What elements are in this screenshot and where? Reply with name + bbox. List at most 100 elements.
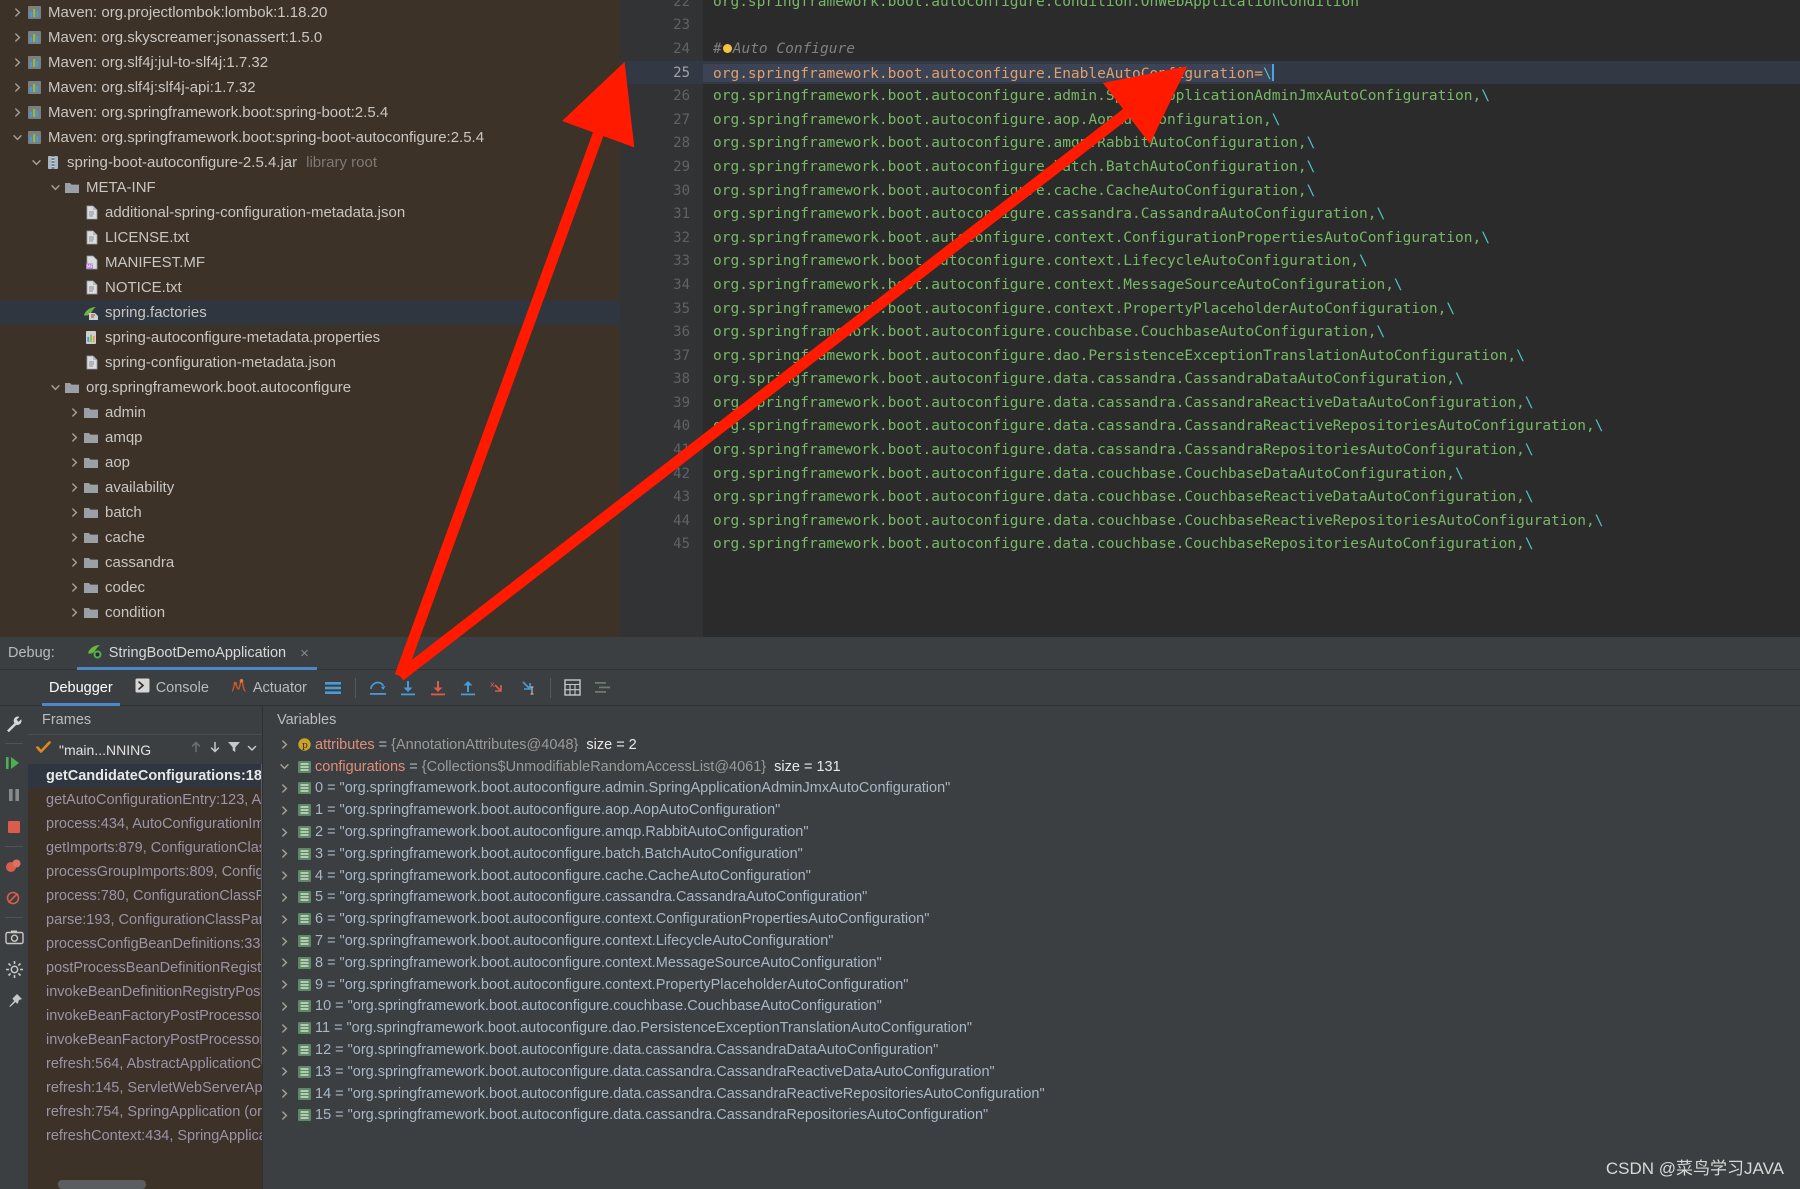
mute-breakpoints-icon[interactable]	[0, 882, 28, 914]
code-line[interactable]: 24 # Auto Configure	[620, 37, 1800, 61]
chevron-right-icon[interactable]	[67, 600, 81, 625]
chevron-down-icon[interactable]	[48, 375, 62, 400]
chevron-right-icon[interactable]	[67, 475, 81, 500]
chevron-down-icon[interactable]	[246, 741, 258, 759]
chevron-right-icon[interactable]	[67, 450, 81, 475]
chevron-right-icon[interactable]	[275, 1066, 293, 1077]
code-line[interactable]: 22 org.springframework.boot.autoconfigure…	[620, 0, 1800, 14]
frame-row[interactable]: parse:193, ConfigurationClassParse	[28, 908, 262, 932]
code-line[interactable]: 44 org.springframework.boot.autoconfigure…	[620, 509, 1800, 533]
variable-row[interactable]: 7 = "org.springframework.boot.autoconfigur…	[263, 930, 1800, 952]
variable-row[interactable]: 3 = "org.springframework.boot.autoconfigur…	[263, 843, 1800, 865]
chevron-right-icon[interactable]	[67, 425, 81, 450]
filter-icon[interactable]	[227, 740, 241, 759]
code-line[interactable]: 27 org.springframework.boot.autoconfigure…	[620, 108, 1800, 132]
resume-icon[interactable]	[0, 747, 28, 779]
step-over-icon[interactable]	[363, 673, 393, 703]
variable-row[interactable]: p attributes = {AnnotationAttributes@4048} s…	[263, 734, 1800, 756]
arrow-up-icon[interactable]	[189, 740, 203, 759]
tree-row[interactable]: cache	[0, 525, 620, 550]
force-step-into-icon[interactable]	[423, 673, 453, 703]
frame-row[interactable]: getCandidateConfigurations:180, A	[28, 764, 262, 788]
code-line[interactable]: 34 org.springframework.boot.autoconfigure…	[620, 273, 1800, 297]
chevron-down-icon[interactable]	[29, 150, 43, 175]
code-line[interactable]: 32 org.springframework.boot.autoconfigure…	[620, 226, 1800, 250]
frames-hscrollbar-thumb[interactable]	[58, 1180, 146, 1189]
variable-row[interactable]: 4 = "org.springframework.boot.autoconfigur…	[263, 865, 1800, 887]
code-line[interactable]: 28 org.springframework.boot.autoconfigure…	[620, 132, 1800, 156]
tree-row[interactable]: org.springframework.boot.autoconfigure	[0, 375, 620, 400]
chevron-right-icon[interactable]	[275, 1088, 293, 1099]
tab-debugger[interactable]: Debugger	[38, 670, 124, 706]
code-line[interactable]: 39 org.springframework.boot.autoconfigure…	[620, 391, 1800, 415]
pause-icon[interactable]	[0, 779, 28, 811]
thread-selector[interactable]: "main...NNING	[28, 734, 262, 764]
view-breakpoints-icon[interactable]	[0, 850, 28, 882]
chevron-right-icon[interactable]	[275, 805, 293, 816]
tree-row[interactable]: additional-spring-configuration-metadata…	[0, 200, 620, 225]
chevron-right-icon[interactable]	[67, 500, 81, 525]
tree-row[interactable]: spring-autoconfigure-metadata.properties	[0, 325, 620, 350]
camera-icon[interactable]	[0, 921, 28, 953]
pin-icon[interactable]	[0, 985, 28, 1017]
wrench-icon[interactable]	[0, 708, 28, 740]
frame-row[interactable]: refreshContext:434, SpringApplicat	[28, 1124, 262, 1148]
tree-row[interactable]: condition	[0, 600, 620, 625]
tree-row[interactable]: META-INF	[0, 175, 620, 200]
code-line[interactable]: 42 org.springframework.boot.autoconfigure…	[620, 462, 1800, 486]
variable-row[interactable]: 11 = "org.springframework.boot.autoconfigu…	[263, 1017, 1800, 1039]
settings-list-icon[interactable]	[588, 673, 618, 703]
chevron-right-icon[interactable]	[10, 0, 24, 25]
tree-row[interactable]: amqp	[0, 425, 620, 450]
tab-console[interactable]: Console	[124, 670, 220, 706]
tree-row[interactable]: LICENSE.txt	[0, 225, 620, 250]
code-line[interactable]: 31 org.springframework.boot.autoconfigure…	[620, 202, 1800, 226]
chevron-right-icon[interactable]	[275, 827, 293, 838]
chevron-right-icon[interactable]	[275, 957, 293, 968]
frame-row[interactable]: refresh:564, AbstractApplicationCo	[28, 1052, 262, 1076]
code-line[interactable]: 38 org.springframework.boot.autoconfigure…	[620, 368, 1800, 392]
frame-row[interactable]: refresh:145, ServletWebServerAppl	[28, 1076, 262, 1100]
chevron-right-icon[interactable]	[275, 892, 293, 903]
chevron-right-icon[interactable]	[275, 739, 293, 750]
frame-row[interactable]: invokeBeanDefinitionRegistryPostP	[28, 980, 262, 1004]
tree-row[interactable]: spring-boot-autoconfigure-2.5.4.jar libra…	[0, 150, 620, 175]
variable-row[interactable]: 15 = "org.springframework.boot.autoconfigu…	[263, 1105, 1800, 1127]
close-icon[interactable]: ×	[300, 645, 309, 662]
tree-row[interactable]: codec	[0, 575, 620, 600]
tree-row[interactable]: spring-configuration-metadata.json	[0, 350, 620, 375]
variable-row[interactable]: configurations = {Collections$Unmodifiable…	[263, 756, 1800, 778]
code-line[interactable]: 25 org.springframework.boot.autoconfigure…	[620, 60, 1800, 85]
chevron-right-icon[interactable]	[275, 979, 293, 990]
chevron-right-icon[interactable]	[275, 1045, 293, 1056]
chevron-right-icon[interactable]	[275, 1110, 293, 1121]
variable-row[interactable]: 5 = "org.springframework.boot.autoconfigur…	[263, 887, 1800, 909]
tree-row[interactable]: availability	[0, 475, 620, 500]
code-line[interactable]: 33 org.springframework.boot.autoconfigure…	[620, 250, 1800, 274]
frame-row[interactable]: getAutoConfigurationEntry:123, Au	[28, 788, 262, 812]
code-line[interactable]: 35 org.springframework.boot.autoconfigure…	[620, 297, 1800, 321]
code-line[interactable]: 29 org.springframework.boot.autoconfigure…	[620, 155, 1800, 179]
chevron-right-icon[interactable]	[275, 848, 293, 859]
chevron-right-icon[interactable]	[275, 914, 293, 925]
tree-row[interactable]: spring.factories	[0, 300, 620, 325]
variable-row[interactable]: 14 = "org.springframework.boot.autoconfigu…	[263, 1083, 1800, 1105]
code-editor-panel[interactable]: 22 org.springframework.boot.autoconfigure…	[620, 0, 1800, 637]
variable-row[interactable]: 1 = "org.springframework.boot.autoconfigur…	[263, 799, 1800, 821]
code-line[interactable]: 40 org.springframework.boot.autoconfigure…	[620, 415, 1800, 439]
tree-row[interactable]: admin	[0, 400, 620, 425]
run-configuration-tab[interactable]: StringBootDemoApplication ×	[76, 637, 317, 670]
tree-row[interactable]: NOTICE.txt	[0, 275, 620, 300]
layout-settings-icon[interactable]	[318, 673, 348, 703]
variable-row[interactable]: 9 = "org.springframework.boot.autoconfigur…	[263, 974, 1800, 996]
chevron-right-icon[interactable]	[10, 75, 24, 100]
code-line[interactable]: 37 org.springframework.boot.autoconfigure…	[620, 344, 1800, 368]
frame-row[interactable]: process:780, ConfigurationClassPa	[28, 884, 262, 908]
chevron-down-icon[interactable]	[48, 175, 62, 200]
variable-row[interactable]: 2 = "org.springframework.boot.autoconfigur…	[263, 821, 1800, 843]
frame-row[interactable]: process:434, AutoConfigurationIm	[28, 812, 262, 836]
chevron-right-icon[interactable]	[67, 400, 81, 425]
tree-row[interactable]: cassandra	[0, 550, 620, 575]
step-into-icon[interactable]	[393, 673, 423, 703]
frame-row[interactable]: postProcessBeanDefinitionRegistry	[28, 956, 262, 980]
